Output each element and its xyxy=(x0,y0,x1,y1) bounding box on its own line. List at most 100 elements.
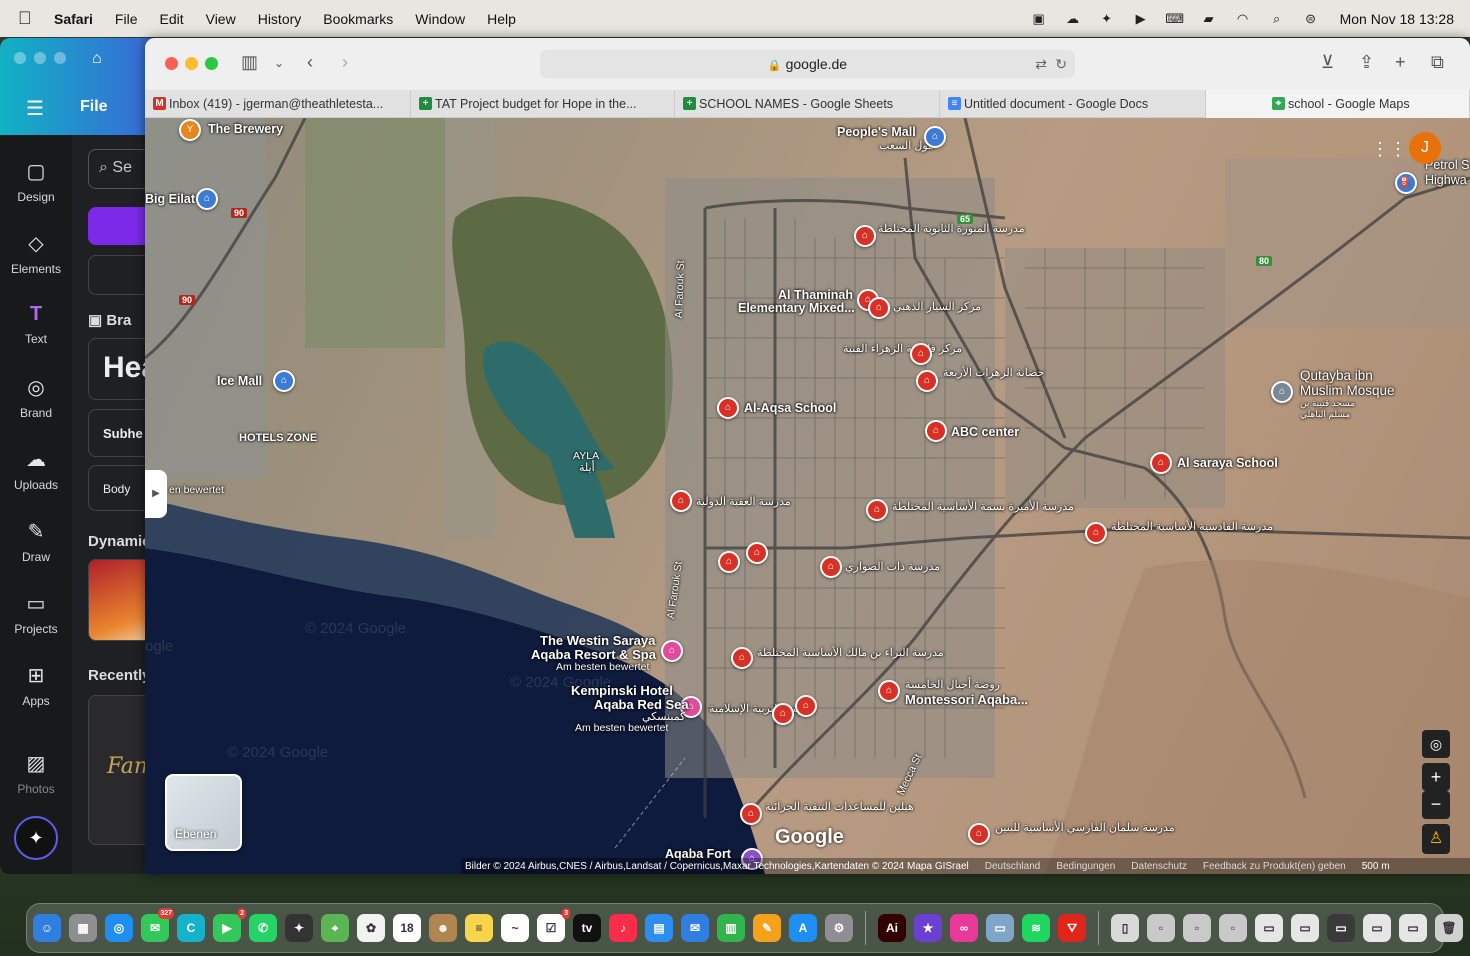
pegman-icon[interactable]: ♙ xyxy=(1422,824,1450,854)
link-deutschland[interactable]: Deutschland xyxy=(985,861,1041,872)
apple-menu-icon[interactable]:  xyxy=(18,8,38,29)
dock-app-system-settings-icon[interactable]: ⚙ xyxy=(825,914,853,942)
cloud-sync-icon[interactable]: ☁ xyxy=(1064,11,1082,26)
map-label-qutayba-2[interactable]: Muslim Mosque xyxy=(1300,383,1395,398)
menu-clock[interactable]: Mon Nov 18 13:28 xyxy=(1340,11,1454,27)
school-pin-icon[interactable]: ⌂ xyxy=(854,225,876,247)
dock-app-finder-icon[interactable]: ☺ xyxy=(33,914,61,942)
dock-app-spotify-icon[interactable]: ≋ xyxy=(1022,914,1050,942)
dock-app-acrobat-icon[interactable]: ⛛ xyxy=(1058,914,1086,942)
minimize-window-button[interactable] xyxy=(185,57,198,70)
dock-app-freeform-icon[interactable]: ~ xyxy=(501,914,529,942)
dock-app-document-icon[interactable]: ▯ xyxy=(1111,914,1139,942)
expand-side-panel-button[interactable]: ▶ xyxy=(145,470,167,518)
brewery-pin-icon[interactable]: Y xyxy=(179,119,201,141)
dock-app-preview-icon[interactable]: ▭ xyxy=(986,914,1014,942)
sidebar-toggle-icon[interactable]: ▥ xyxy=(241,52,258,73)
menu-view[interactable]: View xyxy=(206,11,236,27)
hamburger-menu-icon[interactable]: ☰ xyxy=(26,96,44,121)
menu-bookmarks[interactable]: Bookmarks xyxy=(323,11,393,27)
zoom-window-button[interactable] xyxy=(205,57,218,70)
translate-icon[interactable]: ⇄ xyxy=(1035,50,1047,78)
new-tab-icon[interactable]: + xyxy=(1395,52,1406,73)
school-pin-icon[interactable]: ⌂ xyxy=(1085,522,1107,544)
keyboard-icon[interactable]: ⌨ xyxy=(1165,11,1184,26)
dock-app-messages-icon[interactable]: ✉ 327 xyxy=(141,908,174,942)
dock-app-screenshot-2-icon[interactable]: ▭ xyxy=(1291,914,1319,942)
link-privacy[interactable]: Datenschutz xyxy=(1131,861,1187,872)
sidebar-item-uploads[interactable]: ☁ Uploads xyxy=(0,447,72,492)
map-label-abc-center[interactable]: ABC center xyxy=(951,425,1019,439)
menu-window[interactable]: Window xyxy=(415,11,465,27)
school-pin-icon[interactable]: ⌂ xyxy=(1150,452,1172,474)
dock-app-screenshot-3-icon[interactable]: ▭ xyxy=(1327,914,1355,942)
map-label-westin-2[interactable]: Aqaba Resort & Spa xyxy=(531,647,656,662)
school-pin-icon[interactable]: ⌂ xyxy=(795,695,817,717)
chatgpt-menu-icon[interactable]: ✦ xyxy=(1098,11,1116,26)
school-pin-icon[interactable]: ⌂ xyxy=(878,680,900,702)
extension-status-icon[interactable]: ▣ xyxy=(1030,11,1048,26)
dock-app-maps-icon[interactable]: ⌖ xyxy=(321,914,349,942)
tab-school-names[interactable]: + SCHOOL NAMES - Google Sheets xyxy=(675,90,940,118)
dock-app-chatgpt-icon[interactable]: ✦ xyxy=(285,914,313,942)
dock-app-screenshot-5-icon[interactable]: ▭ xyxy=(1399,914,1427,942)
chevron-down-icon[interactable]: ⌄ xyxy=(274,56,284,70)
map-label-al-thaminah-2[interactable]: Elementary Mixed... xyxy=(738,301,855,315)
map-label-westin-1[interactable]: The Westin Saraya xyxy=(540,633,655,648)
close-window-button[interactable] xyxy=(165,57,178,70)
school-pin-icon[interactable]: ⌂ xyxy=(968,823,990,845)
zoom-in-button[interactable]: + xyxy=(1422,763,1450,791)
school-pin-icon[interactable]: ⌂ xyxy=(717,397,739,419)
tab-budget-sheet[interactable]: + TAT Project budget for Hope in the... xyxy=(411,90,675,118)
map-label-ice-mall[interactable]: Ice Mall xyxy=(217,374,262,388)
map-label-montessori[interactable]: Montessori Aqaba... xyxy=(905,692,1028,707)
dock-app-pages-icon[interactable]: ✎ xyxy=(753,914,781,942)
my-location-icon[interactable]: ◎ xyxy=(1422,730,1450,758)
dock-app-screenshot-1-icon[interactable]: ▭ xyxy=(1255,914,1283,942)
sidebar-item-apps[interactable]: ⊞ Apps xyxy=(0,663,72,708)
school-pin-icon[interactable]: ⌂ xyxy=(820,556,842,578)
shopping-pin-icon[interactable]: ⌂ xyxy=(273,370,295,392)
spotlight-search-icon[interactable]: ⌕ xyxy=(1268,11,1286,26)
dock-app-contacts-icon[interactable]: ☻ xyxy=(429,914,457,942)
map-label-highway[interactable]: Highwa xyxy=(1425,173,1467,187)
school-pin-icon[interactable]: ⌂ xyxy=(740,803,762,825)
map-label-qutayba[interactable]: Qutayba ibn xyxy=(1300,368,1373,383)
dock-app-notes-icon[interactable]: ≡ xyxy=(465,914,493,942)
control-center-icon[interactable]: ⊜ xyxy=(1302,11,1320,26)
school-pin-icon[interactable]: ⌂ xyxy=(916,370,938,392)
share-icon[interactable]: ⇪ xyxy=(1359,52,1374,73)
account-avatar[interactable]: J xyxy=(1409,132,1441,164)
link-feedback[interactable]: Feedback zu Produkt(en) geben xyxy=(1203,861,1346,872)
dock-app-imovie-icon[interactable]: ★ xyxy=(914,914,942,942)
dock-app-reminders-icon[interactable]: ☑ 3 xyxy=(537,908,570,942)
school-pin-icon[interactable]: ⌂ xyxy=(718,551,740,573)
map-label-kempinski-1[interactable]: Kempinski Hotel xyxy=(571,683,673,698)
dock-app-creative-cloud-icon[interactable]: ∞ xyxy=(950,914,978,942)
dock-app-illustrator-icon[interactable]: Ai xyxy=(878,914,906,942)
home-icon[interactable]: ⌂ xyxy=(92,50,102,68)
wifi-icon[interactable]: ◠ xyxy=(1234,11,1252,26)
battery-icon[interactable]: ▰ xyxy=(1200,11,1218,26)
hotel-pin-icon[interactable]: ⌂ xyxy=(661,640,683,662)
school-pin-icon[interactable]: ⌂ xyxy=(925,420,947,442)
school-pin-icon[interactable]: ⌂ xyxy=(731,647,753,669)
zoom-out-button[interactable]: − xyxy=(1422,791,1450,819)
map-label-al-saraya[interactable]: Al saraya School xyxy=(1177,456,1278,470)
scale-label[interactable]: 500 m xyxy=(1362,861,1390,872)
shopping-pin-icon[interactable]: ⌂ xyxy=(196,188,218,210)
school-pin-icon[interactable]: ⌂ xyxy=(746,542,768,564)
dock-app-safari-icon[interactable]: ◎ xyxy=(105,914,133,942)
forward-icon[interactable]: › xyxy=(342,52,348,73)
menu-history[interactable]: History xyxy=(258,11,302,27)
tab-gmail[interactable]: M Inbox (419) - jgerman@theathletesta... xyxy=(145,90,411,118)
link-terms[interactable]: Bedingungen xyxy=(1056,861,1115,872)
dock-app-stack-1-icon[interactable]: ▫ xyxy=(1147,914,1175,942)
downloads-icon[interactable]: ⊻ xyxy=(1321,52,1334,73)
back-icon[interactable]: ‹ xyxy=(307,52,313,73)
map-label-al-aqsa[interactable]: Al-Aqsa School xyxy=(744,401,836,415)
shopping-cart-pin-icon[interactable]: ⌂ xyxy=(924,126,946,148)
magic-sparkle-icon[interactable]: ✦ xyxy=(14,816,58,860)
dock-app-whatsapp-icon[interactable]: ✆ xyxy=(249,914,277,942)
dock-app-canva-icon[interactable]: C xyxy=(177,914,205,942)
